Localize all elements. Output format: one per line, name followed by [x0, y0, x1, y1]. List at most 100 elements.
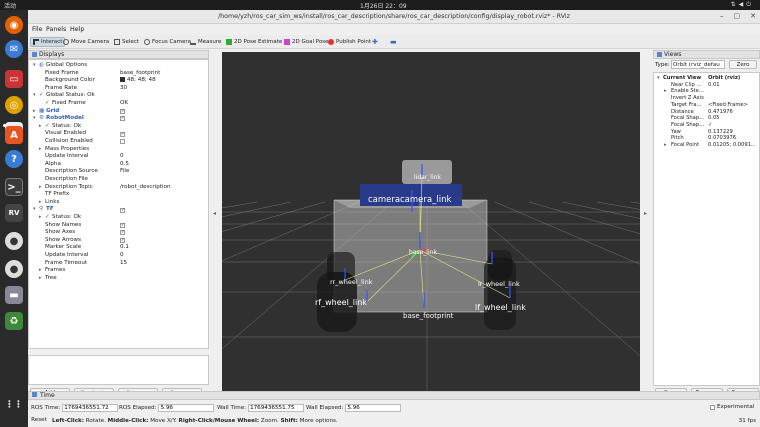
ros-elapsed-field[interactable]	[158, 404, 215, 412]
display-row-value[interactable]: File	[120, 168, 129, 174]
view-property-row[interactable]: Distance 0.471976	[654, 109, 759, 116]
view-property-value[interactable]: ✓	[708, 122, 712, 129]
terminal-icon[interactable]: >_	[5, 178, 23, 196]
help-icon[interactable]: ?	[5, 150, 23, 168]
display-row-value-cell[interactable]: 0	[120, 153, 124, 161]
view-property-value[interactable]: 0.0703976	[708, 135, 736, 142]
view-property-row[interactable]: Target Fra... <Fixed Frame>	[654, 102, 759, 109]
firefox-icon[interactable]: ◉	[5, 16, 23, 34]
display-row[interactable]: ▸ Frames	[29, 267, 208, 275]
display-row[interactable]: Marker Scale 0.1	[29, 244, 208, 252]
display-row[interactable]: ▸ Links	[29, 199, 208, 207]
expand-arrow-icon[interactable]: ▸	[39, 123, 42, 131]
view-property-row[interactable]: ▸ Enable Ste...	[654, 88, 759, 95]
display-row-value-cell[interactable]: 30	[120, 85, 127, 93]
display-row[interactable]: ▸ Tree	[29, 275, 208, 283]
display-row-value-cell[interactable]: File	[120, 168, 129, 176]
display-row[interactable]: ▸ ✓ Status: Ok	[29, 214, 208, 222]
display-checkbox[interactable]: ✓	[120, 222, 125, 228]
display-row-value-cell[interactable]: base_footprint	[120, 70, 160, 78]
trash-icon[interactable]: ♻	[5, 312, 23, 330]
expand-arrow-icon[interactable]: ▸	[39, 267, 42, 275]
view-property-row[interactable]: ▸ Focal Point 0.01205; 0.0091...	[654, 142, 759, 149]
display-row[interactable]: Background Color 48; 48; 48	[29, 77, 208, 85]
wall-time-field[interactable]	[248, 404, 305, 412]
display-checkbox[interactable]: ✓	[120, 116, 125, 122]
display-row[interactable]: ✓ Fixed Frame OK	[29, 100, 208, 108]
view-property-row[interactable]: Near Clip ... 0.01	[654, 82, 759, 89]
display-row[interactable]: Collision Enabled	[29, 138, 208, 146]
display-row[interactable]: ▾ ✓ Global Status: Ok	[29, 92, 208, 100]
view-property-value[interactable]: 0.01	[708, 82, 720, 89]
display-row[interactable]: Alpha 0.5	[29, 161, 208, 169]
view-property-value[interactable]: 0.137229	[708, 129, 733, 136]
expand-arrow-icon[interactable]: ▾	[33, 92, 36, 100]
display-row-value-cell[interactable]: 15	[120, 260, 127, 268]
drive-icon[interactable]: ▬	[5, 286, 23, 304]
display-checkbox[interactable]: ✓	[120, 237, 125, 243]
splitter-right[interactable]: ▸	[644, 210, 647, 217]
display-checkbox[interactable]: ✓	[120, 131, 125, 137]
display-row[interactable]: Description File	[29, 176, 208, 184]
display-row[interactable]: ▾ ⚙ RobotModel ✓	[29, 115, 208, 123]
display-row[interactable]: ▾ ⚲ TF ✓	[29, 206, 208, 214]
menu-file[interactable]: File	[32, 26, 43, 33]
expand-arrow-icon[interactable]: ▾	[657, 75, 660, 82]
display-row[interactable]: ▸ ▦ Grid ✓	[29, 108, 208, 116]
display-row[interactable]: Show Axes ✓	[29, 229, 208, 237]
display-row[interactable]: ▸ ✓ Status: Ok	[29, 123, 208, 131]
disc-icon-2[interactable]: ●	[5, 260, 23, 278]
view-property-value[interactable]: Orbit (rviz)	[708, 75, 740, 82]
expand-arrow-icon[interactable]: ▸	[39, 199, 42, 207]
display-row[interactable]: Update Interval 0	[29, 153, 208, 161]
display-row-value[interactable]: 15	[120, 260, 127, 266]
reset-button[interactable]: Reset	[30, 416, 48, 426]
rhythmbox-icon[interactable]: ◎	[5, 96, 23, 114]
add-tool-icon[interactable]: ✚	[370, 37, 380, 47]
color-swatch[interactable]	[120, 77, 125, 83]
display-row[interactable]: Description Source File	[29, 168, 208, 176]
display-row-value-cell[interactable]: 0.1	[120, 244, 129, 252]
view-property-row[interactable]: Pitch 0.0703976	[654, 135, 759, 142]
display-row-value[interactable]: /robot_description	[120, 184, 171, 190]
expand-arrow-icon[interactable]: ▸	[39, 214, 42, 222]
display-row-value-cell[interactable]: 0	[120, 252, 124, 260]
menu-help[interactable]: Help	[70, 26, 84, 33]
view-property-row[interactable]: Focal Shap... ✓	[654, 122, 759, 129]
maximize-icon[interactable]: ▢	[734, 12, 741, 20]
display-row-value[interactable]: 0	[120, 252, 124, 258]
activities-button[interactable]: 活动	[4, 1, 16, 10]
display-row-value[interactable]: 30	[120, 85, 127, 91]
disc-icon[interactable]: ●	[5, 232, 23, 250]
display-checkbox[interactable]: ✓	[120, 207, 125, 213]
tool-publish-point[interactable]: Publish Point	[326, 37, 373, 47]
display-row-value[interactable]: 0	[120, 153, 124, 159]
tool-2d-goal-pose[interactable]: 2D Goal Pose	[282, 37, 331, 47]
tool-2d-pose-estimate[interactable]: 2D Pose Estimate	[224, 37, 284, 47]
expand-arrow-icon[interactable]: ▾	[33, 206, 36, 214]
display-row[interactable]: TF Prefix	[29, 191, 208, 199]
display-row[interactable]: Show Names ✓	[29, 222, 208, 230]
expand-arrow-icon[interactable]: ▾	[33, 115, 36, 123]
expand-arrow-icon[interactable]: ▸	[39, 146, 42, 154]
view-type-select[interactable]: Orbit (rviz_defau	[671, 60, 725, 69]
display-row-value-cell[interactable]: /robot_description	[120, 184, 171, 192]
views-tree[interactable]: ▾ Current View Orbit (rviz) Near Clip ... 0.…	[653, 72, 760, 386]
minimize-icon[interactable]: –	[720, 12, 724, 20]
display-row-value-cell[interactable]: 0.5	[120, 161, 129, 169]
view-property-row[interactable]: Yaw 0.137229	[654, 129, 759, 136]
app-center-icon[interactable]: A	[5, 126, 23, 144]
display-row-value[interactable]: 0.1	[120, 244, 129, 250]
tool-move-camera[interactable]: Move Camera	[61, 37, 111, 47]
display-row[interactable]: Visual Enabled ✓	[29, 130, 208, 138]
displays-tree[interactable]: ▾ ◍ Global Options Fixed Frame base_footprin…	[28, 59, 209, 349]
tool-select[interactable]: Select	[112, 37, 141, 47]
system-clock[interactable]: 1月26日 22：09	[360, 1, 407, 10]
display-checkbox[interactable]: ✓	[120, 230, 125, 236]
display-row[interactable]: Fixed Frame base_footprint	[29, 70, 208, 78]
display-row[interactable]: Frame Rate 30	[29, 85, 208, 93]
remove-tool-icon[interactable]: ▬	[388, 37, 399, 47]
experimental-checkbox[interactable]	[710, 404, 715, 410]
display-row[interactable]: Frame Timeout 15	[29, 260, 208, 268]
window-titlebar[interactable]: /home/yzh/ros_car_sim_ws/install/ros_car…	[28, 10, 760, 24]
